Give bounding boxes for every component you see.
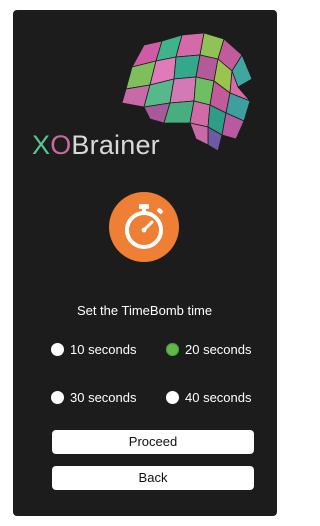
option-label: 10 seconds [70, 342, 137, 357]
timebomb-prompt: Set the TimeBomb time [76, 303, 213, 318]
option-10-seconds[interactable]: 10 seconds [51, 342, 137, 357]
device-frame: XOBrainer Set the TimeBomb time 10 secon… [0, 0, 289, 526]
proceed-button[interactable]: Proceed [52, 430, 254, 454]
stopwatch-icon [109, 192, 179, 262]
logo-brainer: Brainer [71, 130, 160, 160]
radio-unselected-icon[interactable] [51, 391, 64, 404]
back-button[interactable]: Back [52, 466, 254, 490]
option-30-seconds[interactable]: 30 seconds [51, 390, 137, 405]
option-label: 20 seconds [185, 342, 252, 357]
radio-unselected-icon[interactable] [51, 343, 64, 356]
option-20-seconds[interactable]: 20 seconds [166, 342, 252, 357]
logo-o: O [50, 130, 72, 160]
option-label: 40 seconds [185, 390, 252, 405]
radio-selected-icon[interactable] [166, 343, 179, 356]
radio-unselected-icon[interactable] [166, 391, 179, 404]
option-40-seconds[interactable]: 40 seconds [166, 390, 252, 405]
option-label: 30 seconds [70, 390, 137, 405]
logo-x: X [32, 130, 51, 160]
app-logo: XOBrainer [32, 129, 160, 161]
